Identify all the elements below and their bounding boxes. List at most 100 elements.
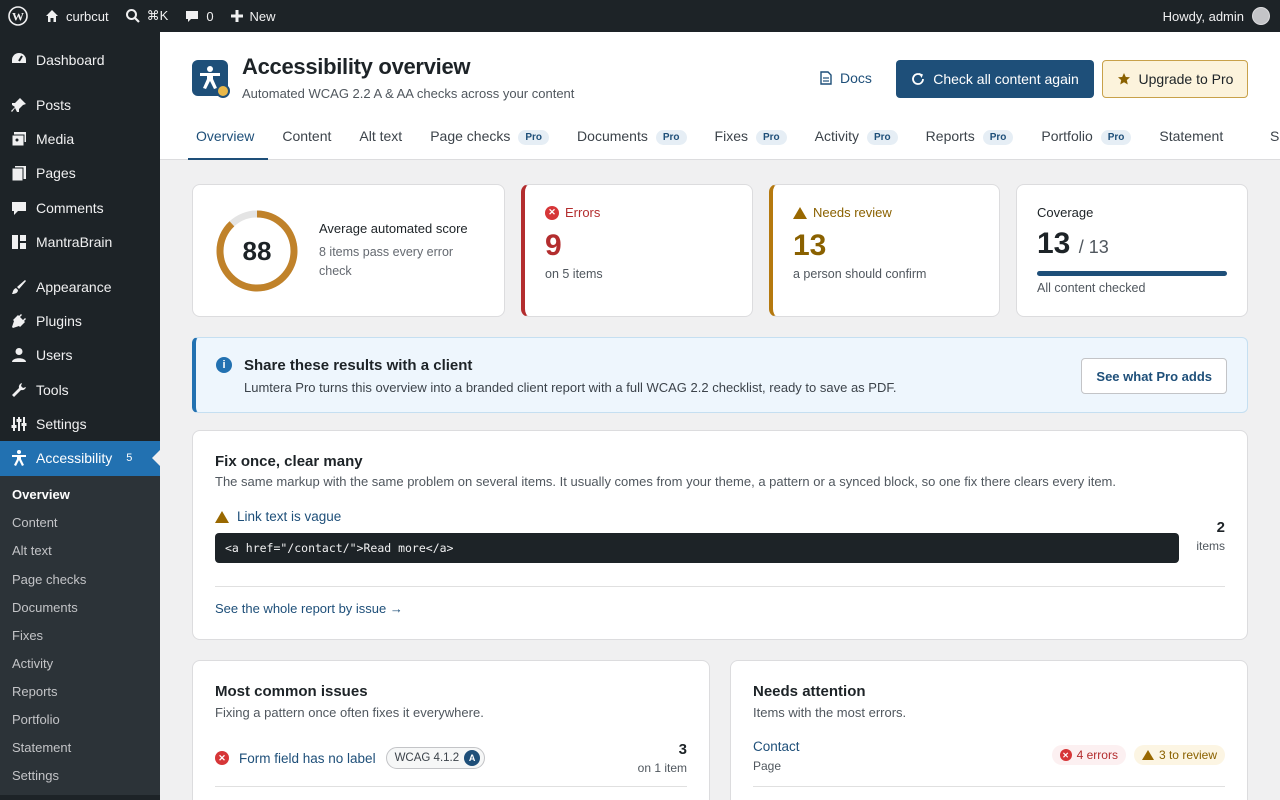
- score-sub: 8 items pass every error check: [319, 245, 454, 278]
- review-sub: a person should confirm: [793, 267, 927, 281]
- review-value: 13: [793, 229, 827, 262]
- errors-value: 9: [545, 229, 562, 262]
- command-palette-button[interactable]: ⌘K: [117, 0, 177, 32]
- account-menu[interactable]: Howdy, admin: [1163, 7, 1280, 25]
- sidebar-item-dashboard[interactable]: Dashboard: [0, 43, 160, 77]
- dashboard-icon: [10, 51, 28, 69]
- sidebar-item-plugins[interactable]: Plugins: [0, 304, 160, 338]
- issue-link[interactable]: Link text is vague: [215, 509, 341, 524]
- pin-icon: [10, 96, 28, 114]
- item-link[interactable]: Contact: [753, 739, 800, 754]
- page-icon: [10, 164, 28, 182]
- divider: [753, 786, 1225, 787]
- sidebar-item-label: Media: [36, 130, 75, 147]
- svg-text:W: W: [12, 10, 24, 24]
- sidebar-item-pages[interactable]: Pages: [0, 156, 160, 190]
- common-sub: Fixing a pattern once often fixes it eve…: [215, 705, 484, 720]
- tab-page-checks[interactable]: Page checks Pro: [422, 120, 563, 160]
- tab-activity[interactable]: Activity Pro: [807, 120, 912, 160]
- error-icon: ✕: [545, 205, 559, 220]
- wcag-chip: WCAG 4.1.2 A: [385, 747, 486, 769]
- wcag-ref: WCAG 4.1.2: [394, 752, 460, 764]
- issue-label: Link text is vague: [237, 509, 342, 524]
- recheck-all-button[interactable]: Check all content again: [896, 60, 1094, 98]
- sidebar-item-tools[interactable]: Tools: [0, 373, 160, 407]
- notice-text: Lumtera Pro turns this overview into a b…: [244, 380, 897, 395]
- sidebar-item-label: Settings: [36, 416, 87, 433]
- submenu-overview[interactable]: Overview: [0, 481, 160, 509]
- tab-label: Reports: [925, 128, 975, 144]
- comments-link[interactable]: 0: [176, 0, 221, 32]
- submenu-reports[interactable]: Reports: [0, 677, 160, 705]
- tab-label: Documents: [577, 128, 648, 144]
- sidebar-item-appearance[interactable]: Appearance: [0, 269, 160, 303]
- page-subtitle: Automated WCAG 2.2 A & AA checks across …: [242, 86, 575, 101]
- upgrade-pro-button[interactable]: Upgrade to Pro: [1102, 60, 1248, 98]
- tab-label: Page checks: [430, 128, 511, 144]
- list-item: ✕ Form field has no label WCAG 4.1.2 A 3…: [215, 741, 687, 791]
- level-badge: A: [464, 750, 481, 766]
- submenu-activity[interactable]: Activity: [0, 649, 160, 677]
- sidebar-item-accessibility[interactable]: Accessibility 5: [0, 441, 160, 476]
- pro-badge: Pro: [982, 130, 1014, 145]
- issue-row-main: ✕ Form field has no label WCAG 4.1.2 A: [215, 747, 486, 769]
- sidebar-item-label: Comments: [36, 199, 104, 216]
- tab-reports[interactable]: Reports Pro: [918, 120, 1028, 160]
- tab-label: Se: [1270, 128, 1280, 144]
- sidebar-item-label: MantraBrain: [36, 234, 113, 251]
- brush-icon: [10, 278, 28, 296]
- submenu-content[interactable]: Content: [0, 509, 160, 537]
- sidebar-item-media[interactable]: Media: [0, 122, 160, 156]
- review-card[interactable]: Needs review 13 a person should confirm: [769, 184, 1000, 317]
- see-pro-button[interactable]: See what Pro adds: [1081, 358, 1227, 394]
- page-title: Accessibility overview: [242, 54, 471, 79]
- comments-count: 0: [206, 8, 214, 24]
- submenu-settings[interactable]: Settings: [0, 762, 160, 790]
- wordpress-logo-button[interactable]: W: [0, 0, 36, 32]
- tab-overview[interactable]: Overview: [188, 120, 269, 160]
- tab-fixes[interactable]: Fixes Pro: [707, 120, 801, 160]
- review-title: Needs review: [813, 205, 892, 220]
- sidebar-item-users[interactable]: Users: [0, 338, 160, 372]
- submenu-documents[interactable]: Documents: [0, 593, 160, 621]
- warning-icon: [1141, 750, 1154, 760]
- submenu-portfolio[interactable]: Portfolio: [0, 705, 160, 733]
- pro-badge: Pro: [655, 130, 687, 145]
- issue-row-where: on 1 item: [637, 761, 687, 775]
- sidebar-item-settings[interactable]: Settings: [0, 407, 160, 441]
- issue-row-count: 3: [678, 741, 687, 758]
- issue-name-link[interactable]: Form field has no label: [239, 751, 376, 766]
- tab-documents[interactable]: Documents Pro: [569, 120, 700, 160]
- upgrade-label: Upgrade to Pro: [1138, 71, 1234, 87]
- sidebar-item-label: Pages: [36, 165, 76, 182]
- review-heading: Needs review: [793, 205, 892, 220]
- report-by-issue-link[interactable]: See the whole report by issue →: [215, 601, 403, 616]
- submenu-alt-text[interactable]: Alt text: [0, 537, 160, 565]
- tab-content[interactable]: Content: [274, 120, 345, 160]
- errors-heading: ✕ Errors: [545, 205, 600, 220]
- accessibility-submenu: Overview Content Alt text Page checks Do…: [0, 475, 160, 795]
- errors-card[interactable]: ✕ Errors 9 on 5 items: [521, 184, 753, 317]
- submenu-fixes[interactable]: Fixes: [0, 621, 160, 649]
- submenu-statement[interactable]: Statement: [0, 734, 160, 762]
- sidebar-item-comments[interactable]: Comments: [0, 191, 160, 225]
- avatar: [1252, 7, 1270, 25]
- coverage-value: 13: [1037, 227, 1071, 260]
- tab-statement[interactable]: Statement: [1151, 120, 1237, 160]
- tab-portfolio[interactable]: Portfolio Pro: [1033, 120, 1145, 160]
- submenu-page-checks[interactable]: Page checks: [0, 565, 160, 593]
- sidebar-item-mantrabrain[interactable]: MantraBrain: [0, 225, 160, 259]
- warning-icon: [215, 510, 229, 523]
- site-name-link[interactable]: curbcut: [36, 0, 117, 32]
- docs-link[interactable]: Docs: [820, 70, 872, 86]
- sidebar-item-posts[interactable]: Posts: [0, 87, 160, 121]
- new-content-button[interactable]: New: [222, 0, 284, 32]
- star-icon: [1117, 73, 1130, 85]
- sidebar-item-label: Tools: [36, 381, 69, 398]
- errors-sub: on 5 items: [545, 267, 603, 281]
- docs-label: Docs: [840, 70, 872, 86]
- tab-label: Fixes: [714, 128, 748, 144]
- tab-settings-partial[interactable]: Se: [1270, 128, 1280, 144]
- needs-attention-card: Needs attention Items with the most erro…: [730, 660, 1248, 800]
- tab-alt-text[interactable]: Alt text: [351, 120, 416, 160]
